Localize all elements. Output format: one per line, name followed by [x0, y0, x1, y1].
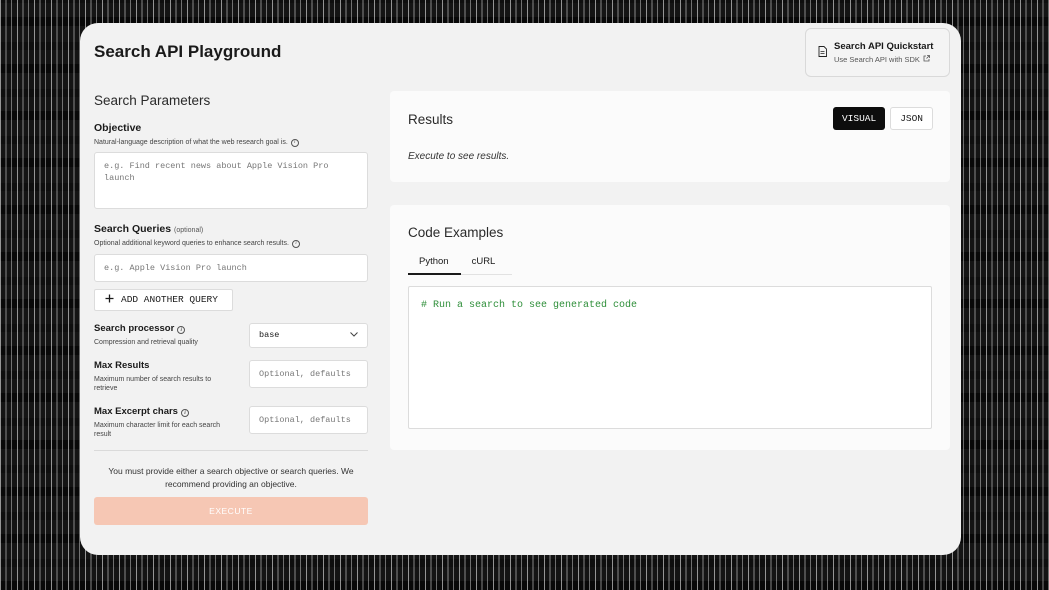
search-parameters-title: Search Parameters [94, 93, 211, 108]
results-card: Results VISUAL JSON Execute to see resul… [390, 91, 950, 182]
quickstart-subtitle: Use Search API with SDK [834, 55, 920, 64]
info-icon[interactable]: i [177, 325, 186, 334]
divider [94, 449, 368, 451]
execute-button[interactable]: EXECUTE [94, 496, 368, 525]
add-query-label: ADD ANOTHER QUERY [121, 294, 218, 306]
results-empty-message: Execute to see results. [408, 151, 510, 162]
quickstart-title: Search API Quickstart [834, 41, 934, 52]
max-results-label: Max Results [94, 359, 150, 371]
max-results-input[interactable]: Optional, defaults [249, 359, 368, 388]
max-results-help: Maximum number of search results to retr… [94, 375, 212, 393]
document-icon [818, 44, 827, 62]
search-queries-label: Search Queries [94, 223, 172, 236]
info-icon[interactable]: i [290, 138, 299, 147]
code-examples-card: Code Examples Python cURL # Run a search… [390, 205, 950, 450]
code-block[interactable]: # Run a search to see generated code [408, 286, 932, 429]
json-toggle-button[interactable]: JSON [890, 107, 933, 130]
plus-icon [105, 294, 114, 306]
objective-help: Natural-language description of what the… [94, 139, 288, 146]
code-tabs: Python cURL [408, 251, 512, 275]
page-title: Search API Playground [94, 42, 282, 61]
search-queries-help: Optional additional keyword queries to e… [94, 240, 289, 248]
search-processor-select[interactable]: base [249, 322, 368, 348]
objective-textarea[interactable]: e.g. Find recent news about Apple Vision… [94, 152, 368, 210]
tab-curl[interactable]: cURL [461, 251, 508, 274]
code-examples-title: Code Examples [408, 225, 504, 240]
external-link-icon [923, 55, 930, 64]
search-processor-value: base [259, 330, 280, 341]
add-query-button[interactable]: ADD ANOTHER QUERY [94, 288, 233, 311]
chevron-down-icon [350, 330, 358, 340]
visual-toggle-button[interactable]: VISUAL [832, 107, 886, 130]
search-processor-label: Search processor [94, 322, 175, 334]
view-toggle: VISUAL JSON [832, 107, 933, 130]
tab-python[interactable]: Python [408, 251, 461, 275]
quickstart-link[interactable]: Search API Quickstart Use Search API wit… [805, 28, 950, 77]
info-icon[interactable]: i [291, 240, 300, 249]
optional-tag: (optional) [174, 227, 204, 235]
search-query-input[interactable]: e.g. Apple Vision Pro launch [94, 253, 368, 282]
search-processor-help: Compression and retrieval quality [94, 338, 198, 346]
playground-window: Search API Playground Search API Quickst… [80, 23, 961, 555]
objective-label: Objective [94, 122, 142, 134]
max-excerpt-label: Max Excerpt chars [94, 405, 178, 417]
results-title: Results [408, 112, 454, 127]
max-excerpt-input[interactable]: Optional, defaults [249, 405, 368, 434]
objective-hint: You must provide either a search objecti… [108, 465, 354, 489]
search-parameters-panel: Search Parameters Objective Natural-lang… [94, 91, 368, 525]
max-excerpt-help: Maximum character limit for each search … [94, 421, 221, 439]
info-icon[interactable]: i [180, 408, 189, 417]
